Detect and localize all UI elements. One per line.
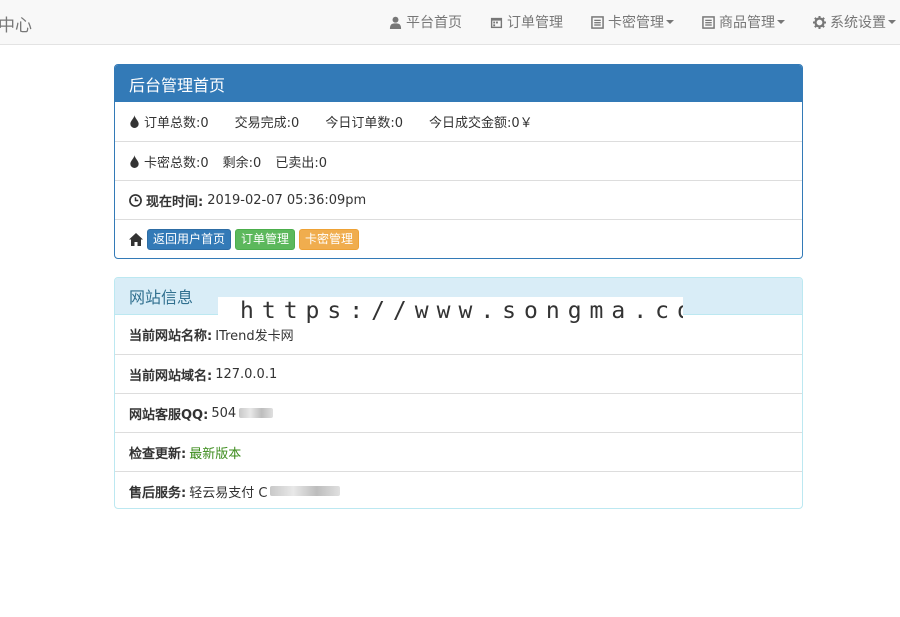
gear-icon	[813, 15, 826, 29]
update-check-label: 检查更新:	[129, 446, 187, 462]
site-name-label: 当前网站名称:	[129, 329, 213, 344]
nav-item-label: 订单管理	[507, 15, 563, 31]
site-domain-row: 当前网站域名: 127.0.0.1	[115, 354, 802, 393]
nav-item-system-settings[interactable]: 系统设置	[799, 0, 900, 44]
brand-title[interactable]: 中心	[0, 11, 32, 36]
nav-menu: 平台首页 订单管理 卡密管理 商品管理 系统设置	[375, 0, 900, 44]
home-icon	[129, 232, 143, 246]
clock-icon	[129, 193, 142, 207]
after-sales-value: 轻云易支付 C	[189, 485, 268, 501]
card-total: 卡密总数:0	[144, 155, 209, 171]
today-orders: 今日订单数:0	[325, 116, 403, 131]
update-check-value[interactable]: 最新版本	[189, 443, 241, 462]
site-domain-label: 当前网站域名:	[129, 368, 213, 384]
order-completed: 交易完成:0	[234, 116, 300, 131]
order-stats-row: 订单总数:0 交易完成:0 今日订单数:0 今日成交金额:0￥	[115, 102, 802, 141]
site-domain-value: 127.0.0.1	[215, 366, 278, 382]
caret-down-icon	[666, 20, 674, 24]
list-icon	[591, 15, 604, 29]
tint-icon	[129, 154, 140, 168]
today-amount: 今日成交金额:0￥	[428, 116, 533, 131]
update-check-row: 检查更新: 最新版本	[115, 432, 802, 471]
user-icon	[389, 16, 402, 29]
watermark-overlay: https://www.songma.com	[218, 297, 683, 325]
nav-item-label: 商品管理	[719, 15, 775, 31]
nav-item-order-management[interactable]: 订单管理	[476, 0, 577, 44]
card-remaining: 剩余:0	[222, 155, 262, 171]
dashboard-panel: 后台管理首页 订单总数:0 交易完成:0 今日订单数:0 今日成交金额:0￥ 卡…	[114, 64, 803, 259]
after-sales-row: 售后服务: 轻云易支付 C	[115, 471, 802, 508]
calendar-icon	[490, 17, 503, 28]
card-management-button[interactable]: 卡密管理	[299, 228, 360, 250]
site-name-value: ITrend发卡网	[215, 329, 294, 344]
back-to-user-home-button[interactable]: 返回用户首页	[147, 228, 232, 250]
nav-item-label: 系统设置	[830, 15, 886, 31]
panel-title: 后台管理首页	[115, 65, 802, 102]
after-sales-label: 售后服务:	[129, 485, 187, 501]
card-stats-row: 卡密总数:0 剩余:0 已卖出:0	[115, 141, 802, 180]
caret-down-icon	[777, 20, 785, 24]
order-management-button[interactable]: 订单管理	[235, 228, 296, 250]
nav-item-platform-home[interactable]: 平台首页	[375, 0, 476, 44]
quick-links-row: 返回用户首页 订单管理 卡密管理	[115, 219, 802, 258]
site-qq-value: 504	[211, 405, 237, 421]
nav-item-card-management[interactable]: 卡密管理	[577, 0, 688, 44]
current-time-row: 现在时间: 2019-02-07 05:36:09pm	[115, 180, 802, 219]
current-time-label: 现在时间:	[146, 194, 204, 210]
top-navbar: 中心 平台首页 订单管理 卡密管理 商品管理 系统设置	[0, 0, 900, 45]
redacted-text	[270, 486, 341, 496]
order-total: 订单总数:0	[144, 116, 209, 131]
nav-item-label: 卡密管理	[608, 15, 664, 31]
nav-item-product-management[interactable]: 商品管理	[688, 0, 799, 44]
current-time-value: 2019-02-07 05:36:09pm	[207, 192, 367, 208]
card-sold: 已卖出:0	[275, 155, 327, 171]
site-qq-row: 网站客服QQ: 504	[115, 393, 802, 432]
tint-icon	[129, 115, 140, 128]
nav-item-label: 平台首页	[406, 15, 462, 31]
site-qq-label: 网站客服QQ:	[129, 407, 209, 423]
list-icon	[702, 15, 715, 29]
redacted-text	[239, 408, 274, 418]
caret-down-icon	[888, 20, 896, 24]
